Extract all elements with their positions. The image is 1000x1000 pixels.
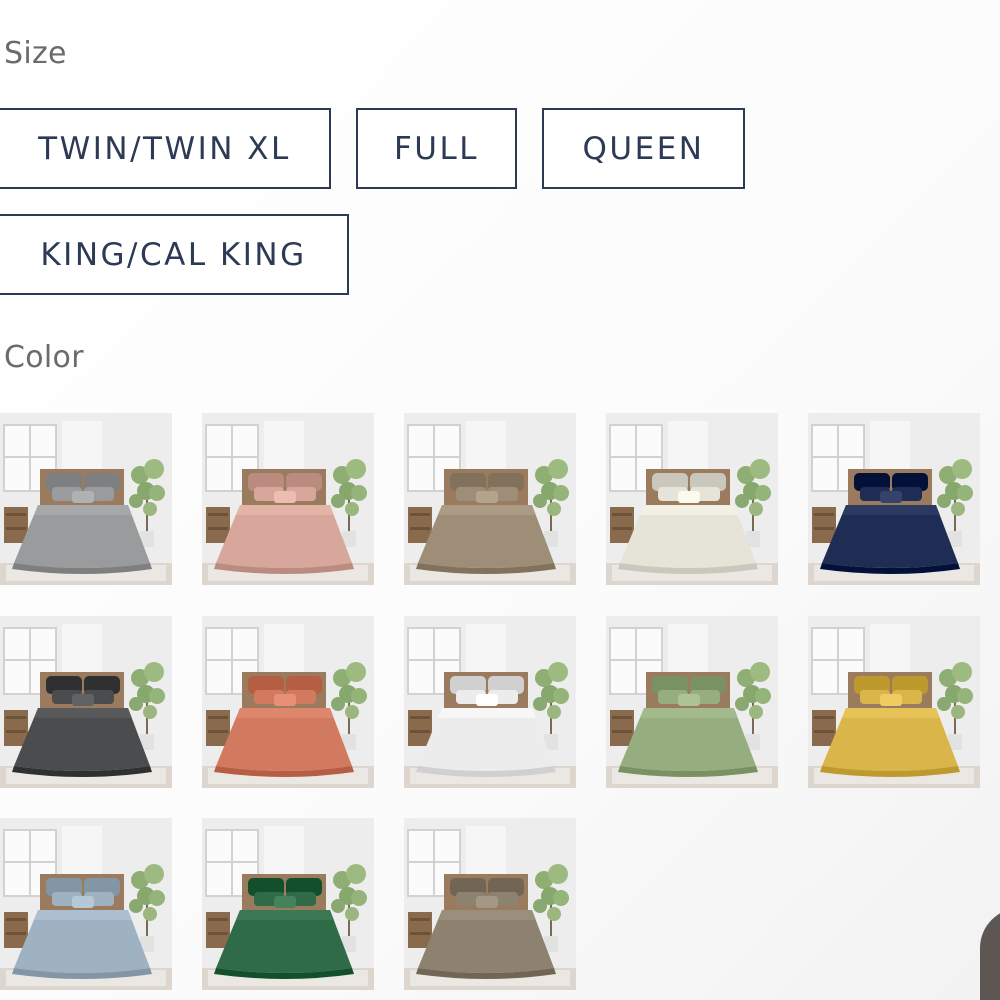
size-option-king-cal-king[interactable]: KING/CAL KING [0, 214, 349, 295]
color-swatch[interactable] [0, 818, 172, 990]
product-options-page: Size TWIN/TWIN XL FULL QUEEN KING/CAL KI… [0, 0, 1000, 1000]
bedroom-thumbnail-icon [404, 616, 576, 788]
color-label: Color [4, 340, 84, 375]
color-swatch[interactable] [606, 413, 778, 585]
bedroom-thumbnail-icon [606, 616, 778, 788]
size-label: Size [4, 36, 67, 71]
bedroom-thumbnail-icon [0, 616, 172, 788]
bedroom-thumbnail-icon [606, 413, 778, 585]
color-swatch[interactable] [404, 616, 576, 788]
color-swatch[interactable] [808, 616, 980, 788]
size-option-twin-twin-xl[interactable]: TWIN/TWIN XL [0, 108, 331, 189]
size-option-full[interactable]: FULL [356, 108, 517, 189]
color-swatch[interactable] [808, 413, 980, 585]
bedroom-thumbnail-icon [404, 413, 576, 585]
color-swatch[interactable] [404, 413, 576, 585]
bedroom-thumbnail-icon [808, 413, 980, 585]
size-option-queen[interactable]: QUEEN [542, 108, 745, 189]
color-swatch[interactable] [0, 616, 172, 788]
bedroom-thumbnail-icon [202, 413, 374, 585]
color-swatch[interactable] [404, 818, 576, 990]
color-swatch[interactable] [202, 818, 374, 990]
color-swatch[interactable] [202, 616, 374, 788]
color-swatch[interactable] [606, 616, 778, 788]
bedroom-thumbnail-icon [0, 413, 172, 585]
color-swatch[interactable] [0, 413, 172, 585]
partial-image-edge [980, 908, 1000, 1000]
color-swatch[interactable] [202, 413, 374, 585]
bedroom-thumbnail-icon [202, 818, 374, 990]
bedroom-thumbnail-icon [0, 818, 172, 990]
bedroom-thumbnail-icon [808, 616, 980, 788]
bedroom-thumbnail-icon [202, 616, 374, 788]
bedroom-thumbnail-icon [404, 818, 576, 990]
